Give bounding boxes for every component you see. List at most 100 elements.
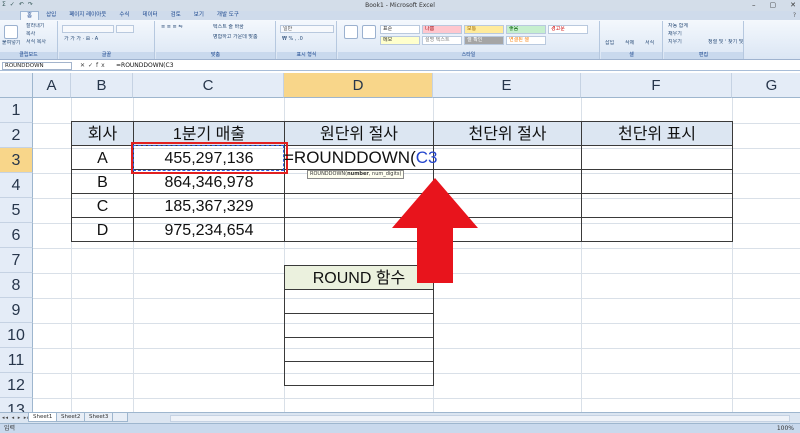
tab-insert[interactable]: 삽입 [40, 11, 62, 20]
cell-sales[interactable]: 185,367,329 [133, 193, 285, 218]
header-thousand-truncate[interactable]: 천단위 절사 [433, 121, 582, 146]
column-header-e[interactable]: E [433, 73, 581, 98]
cell-empty[interactable] [581, 193, 733, 218]
wrap-text-button[interactable]: 텍스트 줄 바꿈 [211, 24, 275, 32]
column-header-f[interactable]: F [581, 73, 732, 98]
merge-center-button[interactable]: 병합하고 가운데 맞춤 [211, 34, 275, 42]
cut-button[interactable]: 잘라내기 [24, 23, 58, 31]
zoom-level[interactable]: 100% [777, 424, 794, 433]
name-box[interactable]: ROUNDDOWN [2, 62, 72, 70]
font-format-buttons[interactable]: 가 가 가 · ⊞ · A [62, 36, 152, 44]
horizontal-scrollbar[interactable] [170, 415, 790, 422]
style-normal[interactable]: 표준 [380, 25, 420, 34]
clear-button[interactable]: 지우기 [666, 39, 706, 47]
cell-sales[interactable]: 975,234,654 [133, 217, 285, 242]
format-painter-button[interactable]: 서식 복사 [24, 39, 58, 47]
header-thousand-display[interactable]: 천단위 표시 [581, 121, 733, 146]
row-header-9[interactable]: 9 [0, 298, 33, 323]
sheet-tab-2[interactable]: Sheet2 [56, 413, 86, 422]
group-editing: 자동 합계 채우기 지우기 정렬 및 필터 찾기 및 선택 편집 [664, 21, 744, 59]
row-header-4[interactable]: 4 [0, 173, 33, 198]
font-family-select[interactable] [62, 25, 114, 33]
help-icon[interactable]: ? [793, 11, 796, 20]
tab-view[interactable]: 보기 [188, 11, 210, 20]
font-size-select[interactable] [116, 25, 134, 33]
close-button[interactable]: ✕ [790, 0, 796, 11]
format-cells-button[interactable]: 서식 [643, 40, 663, 48]
find-select-button[interactable]: 찾기 및 선택 [726, 39, 744, 47]
row-header-6[interactable]: 6 [0, 223, 33, 248]
formula-controls[interactable]: ✕✓fx [80, 61, 108, 71]
insert-cells-button[interactable]: 삽입 [603, 40, 623, 48]
paste-button[interactable]: 붙여넣기 [0, 40, 26, 48]
new-sheet-icon[interactable] [112, 413, 128, 422]
style-explanatory[interactable]: 설명 텍스트 [422, 36, 462, 45]
delete-cells-button[interactable]: 삭제 [623, 40, 643, 48]
round-box-cell[interactable] [284, 313, 434, 338]
sheet-tab-3[interactable]: Sheet3 [84, 413, 114, 422]
row-header-10[interactable]: 10 [0, 323, 33, 348]
tab-home[interactable]: 홈 [20, 11, 40, 20]
formula-input[interactable]: =ROUNDDOWN(C3 [116, 61, 174, 71]
round-box-cell[interactable] [284, 361, 434, 386]
row-header-12[interactable]: 12 [0, 373, 33, 398]
worksheet-grid[interactable]: A B C D E F G 1 2 3 4 5 6 7 8 9 10 11 12… [0, 73, 800, 412]
round-box-cell[interactable] [284, 337, 434, 362]
number-format-select[interactable]: 일반 [280, 25, 334, 33]
row-header-5[interactable]: 5 [0, 198, 33, 223]
cell-empty[interactable] [581, 169, 733, 194]
select-all-corner[interactable] [0, 73, 33, 98]
maximize-button[interactable]: ▢ [770, 0, 777, 11]
sheet-tab-1[interactable]: Sheet1 [28, 413, 58, 422]
style-good[interactable]: 좋음 [506, 25, 546, 34]
cell-empty[interactable] [581, 145, 733, 170]
cell-company[interactable]: A [71, 145, 134, 170]
row-header-3[interactable]: 3 [0, 148, 33, 173]
round-box-cell[interactable] [284, 289, 434, 314]
copy-button[interactable]: 복사 [24, 31, 58, 39]
cell-company[interactable]: C [71, 193, 134, 218]
row-header-8[interactable]: 8 [0, 273, 33, 298]
cell-company[interactable]: B [71, 169, 134, 194]
style-check-cell[interactable]: 셀 확인 [464, 36, 504, 45]
header-company[interactable]: 회사 [71, 121, 134, 146]
group-clipboard: 붙여넣기 잘라내기 복사 서식 복사 클립보드 [0, 21, 58, 59]
row-header-1[interactable]: 1 [0, 98, 33, 123]
conditional-format-icon[interactable] [344, 25, 358, 39]
header-won-truncate[interactable]: 원단위 절사 [284, 121, 434, 146]
style-neutral[interactable]: 보통 [464, 25, 504, 34]
style-bad[interactable]: 나쁨 [422, 25, 462, 34]
row-header-2[interactable]: 2 [0, 123, 33, 148]
paste-icon[interactable] [4, 25, 18, 39]
style-warning[interactable]: 경고문 [548, 25, 588, 34]
autosum-button[interactable]: 자동 합계 [666, 23, 706, 31]
align-buttons[interactable]: ≡ ≡ ≡ ⇋ [159, 24, 209, 32]
sort-filter-button[interactable]: 정렬 및 필터 [706, 39, 726, 47]
row-header-7[interactable]: 7 [0, 248, 33, 273]
title-bar: Σ ✓ ↶ ↷ Book1 - Microsoft Excel – ▢ ✕ [0, 0, 800, 11]
cell-empty[interactable] [433, 145, 582, 170]
row-header-11[interactable]: 11 [0, 348, 33, 373]
column-header-g[interactable]: G [732, 73, 800, 98]
number-format-buttons[interactable]: ₩ % , .0 [280, 36, 334, 44]
column-header-a[interactable]: A [33, 73, 71, 98]
style-linked-cell[interactable]: 연결된 셀 [506, 36, 546, 45]
tab-data[interactable]: 데이터 [136, 11, 163, 20]
group-label: 스타일 [338, 52, 599, 59]
sheet-nav-arrows[interactable]: ◂◂ ◂ ▸ ▸▸ [2, 413, 31, 423]
column-header-c[interactable]: C [133, 73, 284, 98]
tab-formulas[interactable]: 수식 [113, 11, 135, 20]
column-header-b[interactable]: B [71, 73, 133, 98]
in-cell-formula[interactable]: =ROUNDDOWN(C3 [284, 145, 437, 170]
minimize-button[interactable]: – [752, 0, 756, 11]
tab-review[interactable]: 검토 [165, 11, 187, 20]
column-header-d[interactable]: D [284, 73, 433, 98]
cell-empty[interactable] [581, 217, 733, 242]
format-table-icon[interactable] [362, 25, 376, 39]
fill-button[interactable]: 채우기 [666, 31, 706, 39]
style-note[interactable]: 메모 [380, 36, 420, 45]
tab-page-layout[interactable]: 페이지 레이아웃 [63, 11, 112, 20]
row-header-13[interactable]: 13 [0, 398, 33, 412]
tab-developer[interactable]: 개발 도구 [211, 11, 245, 20]
cell-company[interactable]: D [71, 217, 134, 242]
